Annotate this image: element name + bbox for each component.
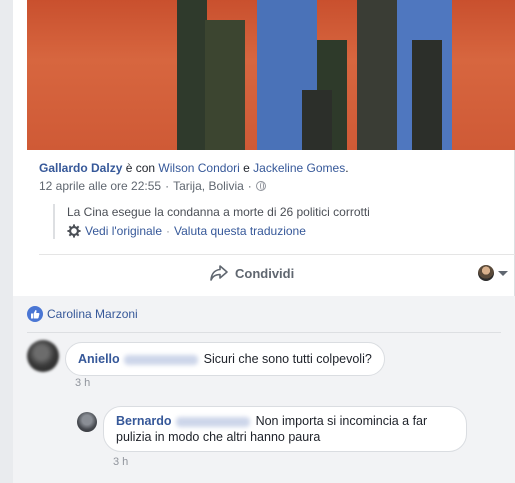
tagged-person-1[interactable]: Wilson Condori xyxy=(158,161,239,175)
like-icon xyxy=(27,306,43,322)
post-card: Gallardo Dalzy è con Wilson Condori e Ja… xyxy=(13,0,515,296)
rate-translation-link[interactable]: Valuta questa traduzione xyxy=(174,223,306,239)
comment-text: Sicuri che sono tutti colpevoli? xyxy=(203,352,372,366)
author-link[interactable]: Gallardo Dalzy xyxy=(39,161,122,175)
post-date[interactable]: 12 aprile alle ore 22:55 xyxy=(39,178,161,194)
date-line: 12 aprile alle ore 22:55 · Tarija, Boliv… xyxy=(39,178,509,194)
thumbs-up-icon xyxy=(31,310,40,319)
globe-icon[interactable] xyxy=(255,181,266,191)
chevron-down-icon xyxy=(498,270,508,276)
avatar[interactable] xyxy=(27,340,59,372)
gear-icon[interactable] xyxy=(67,224,81,238)
with-text: è con xyxy=(125,161,156,175)
photo-figure xyxy=(177,0,207,150)
and-text: e xyxy=(243,161,250,175)
translation-links: Vedi l'originale · Valuta questa traduzi… xyxy=(67,223,503,239)
date-separator: · xyxy=(165,179,170,193)
redacted-surname xyxy=(175,416,250,427)
share-button[interactable]: Condividi xyxy=(209,264,294,282)
liker-name[interactable]: Carolina Marzoni xyxy=(47,307,138,321)
comment-timestamp[interactable]: 3 h xyxy=(113,456,128,468)
avatar[interactable] xyxy=(77,412,97,432)
link-separator: · xyxy=(166,224,171,238)
location-separator: · xyxy=(247,179,252,193)
period: . xyxy=(345,161,349,175)
comments-section: Carolina Marzoni Aniello Sicuri che sono … xyxy=(13,296,515,483)
photo-figure xyxy=(302,90,332,150)
comment-bubble: Aniello Sicuri che sono tutti colpevoli? xyxy=(65,342,385,376)
post-location[interactable]: Tarija, Bolivia xyxy=(173,178,244,194)
viewer-avatar xyxy=(478,265,494,281)
photo-figure xyxy=(357,0,397,150)
author-line: Gallardo Dalzy è con Wilson Condori e Ja… xyxy=(39,160,509,176)
post-meta: Gallardo Dalzy è con Wilson Condori e Ja… xyxy=(39,160,509,194)
post-photo[interactable] xyxy=(27,0,515,150)
comment-author[interactable]: Aniello xyxy=(78,352,120,366)
share-label: Condividi xyxy=(235,265,295,281)
redacted-surname xyxy=(123,354,198,365)
reactions-summary[interactable]: Carolina Marzoni xyxy=(27,306,138,322)
comment-timestamp[interactable]: 3 h xyxy=(75,377,90,389)
share-icon xyxy=(210,265,228,281)
translated-text: La Cina esegue la condanna a morte di 26… xyxy=(67,205,370,219)
viewer-selector[interactable] xyxy=(478,265,508,281)
divider xyxy=(27,332,501,333)
tagged-person-2[interactable]: Jackeline Gomes xyxy=(253,161,345,175)
comment-author[interactable]: Bernardo xyxy=(116,414,172,428)
divider xyxy=(39,254,515,255)
photo-figure xyxy=(412,40,442,150)
reply-bubble: Bernardo Non importa si incomincia a far … xyxy=(103,406,467,452)
see-original-link[interactable]: Vedi l'originale xyxy=(85,223,162,239)
photo-figure xyxy=(205,20,245,150)
translation-box: La Cina esegue la condanna a morte di 26… xyxy=(53,204,503,239)
